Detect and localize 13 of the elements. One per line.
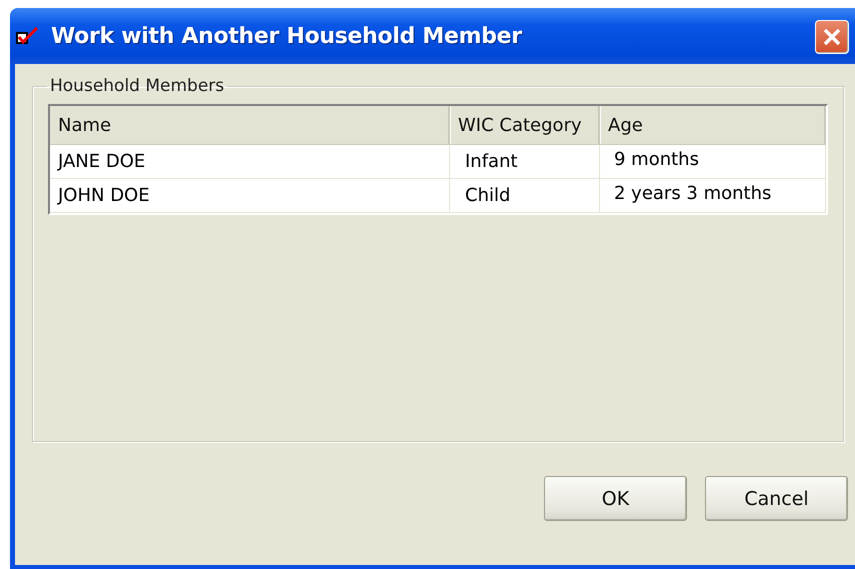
table-cell: 9 months [600, 145, 826, 178]
table-cell: 2 years 3 months [600, 179, 826, 212]
group-label: Household Members [49, 76, 226, 96]
close-button[interactable] [815, 20, 849, 54]
window-title: Work with Another Household Member [51, 24, 522, 48]
table-cell: Infant [450, 145, 600, 178]
cancel-button[interactable]: Cancel [705, 476, 848, 521]
close-icon [822, 27, 842, 47]
table-cell: JANE DOE [50, 145, 450, 178]
checkmark-icon [15, 25, 41, 47]
ok-button[interactable]: OK [544, 476, 687, 521]
table-cell: Child [450, 179, 600, 212]
table-cell: JOHN DOE [50, 179, 450, 212]
